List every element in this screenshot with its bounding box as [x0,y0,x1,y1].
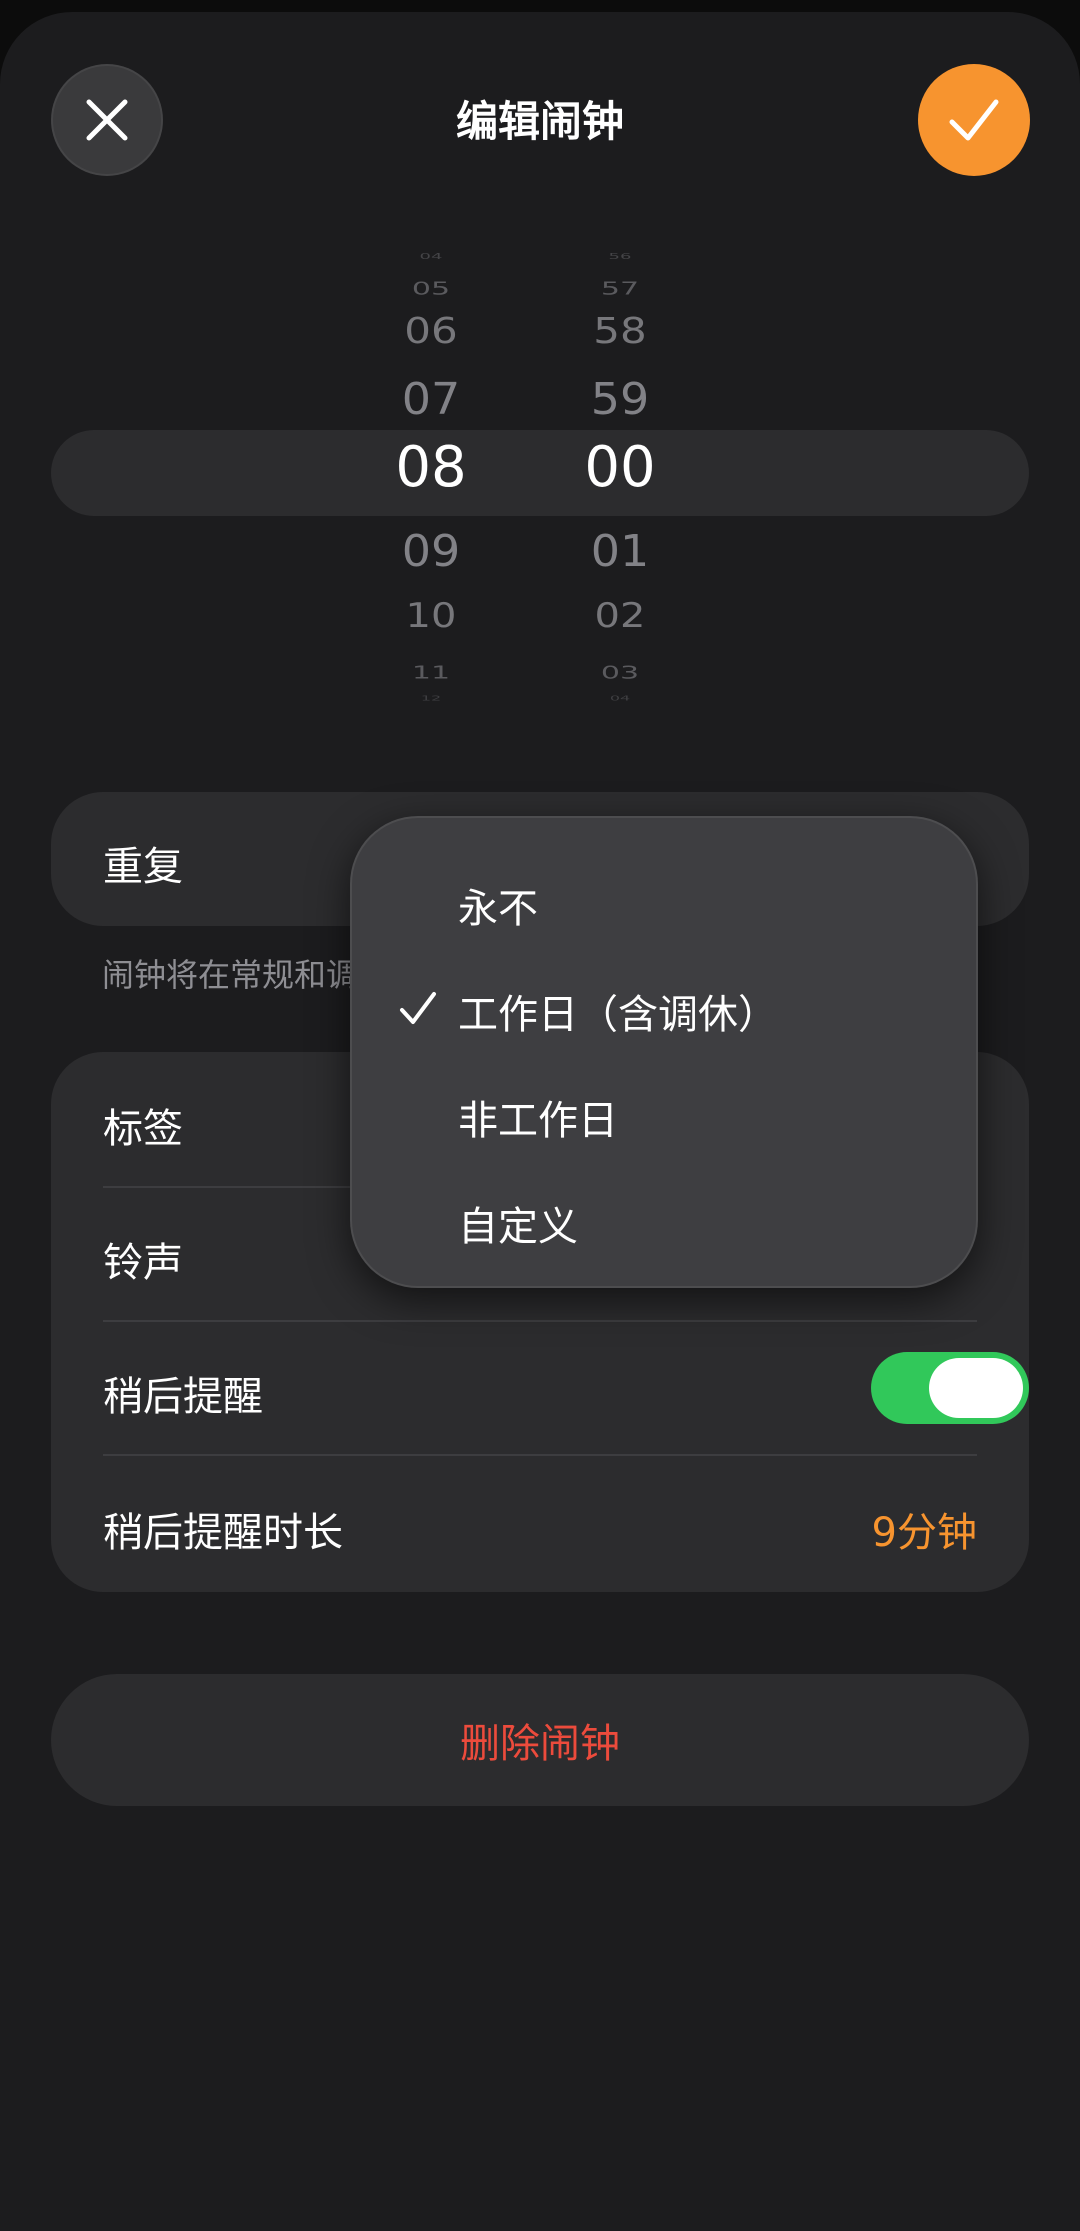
minute-option: 57 [600,278,640,300]
menu-item-label: 工作日（含调休） [458,992,778,1038]
checkmark-icon [949,99,999,141]
close-icon [86,99,128,141]
label-row-label: 标签 [103,1106,183,1152]
snooze-duration-row[interactable]: 稍后提醒时长 9分钟 [51,1456,1029,1592]
hour-option: 12 [420,693,442,703]
edit-alarm-sheet: 编辑闹钟 04 05 06 07 08 09 10 11 12 56 57 58 59 00 01 02 03… [0,12,1080,2231]
snooze-row-label: 稍后提醒 [103,1374,263,1420]
minute-option: 58 [593,309,647,352]
delete-alarm-button[interactable]: 删除闹钟 [51,1674,1029,1806]
hour-option: 10 [405,596,457,636]
hour-option: 09 [401,525,461,577]
hour-option: 08 [395,435,467,500]
menu-item-non-workdays[interactable]: 非工作日 [350,1066,978,1162]
menu-item-label: 自定义 [458,1204,578,1250]
repeat-dropdown-menu: 永不 工作日（含调休） 非工作日 自定义 [350,816,978,1288]
menu-item-label: 永不 [458,886,538,932]
minute-option: 59 [590,373,650,425]
hour-option: 04 [419,252,443,262]
repeat-label: 重复 [103,844,183,890]
menu-item-workdays[interactable]: 工作日（含调休） [350,960,978,1056]
menu-item-never[interactable]: 永不 [350,854,978,950]
repeat-hint: 闹钟将在常规和调 [102,956,359,994]
minute-option: 01 [590,525,650,577]
hour-option: 11 [411,662,451,684]
hour-option: 07 [401,373,461,425]
snooze-toggle[interactable] [871,1352,1029,1424]
toggle-knob [929,1358,1023,1418]
snooze-row: 稍后提醒 [51,1322,1029,1454]
menu-item-custom[interactable]: 自定义 [350,1172,978,1268]
hour-option: 06 [404,309,458,352]
snooze-duration-value: 9分钟 [871,1510,977,1556]
snooze-duration-label: 稍后提醒时长 [103,1510,343,1556]
confirm-button[interactable] [918,64,1030,176]
close-button[interactable] [51,64,163,176]
checkmark-icon [400,992,436,1024]
page-title: 编辑闹钟 [455,97,624,146]
hour-option: 05 [411,278,451,300]
menu-item-label: 非工作日 [458,1098,618,1144]
minute-option: 03 [600,662,640,684]
minute-option: 02 [594,596,646,636]
minute-option: 00 [584,435,656,500]
minute-option: 56 [608,252,632,262]
delete-alarm-label: 删除闹钟 [460,1721,620,1767]
minute-option: 04 [609,693,631,703]
ringtone-row-label: 铃声 [103,1240,183,1286]
